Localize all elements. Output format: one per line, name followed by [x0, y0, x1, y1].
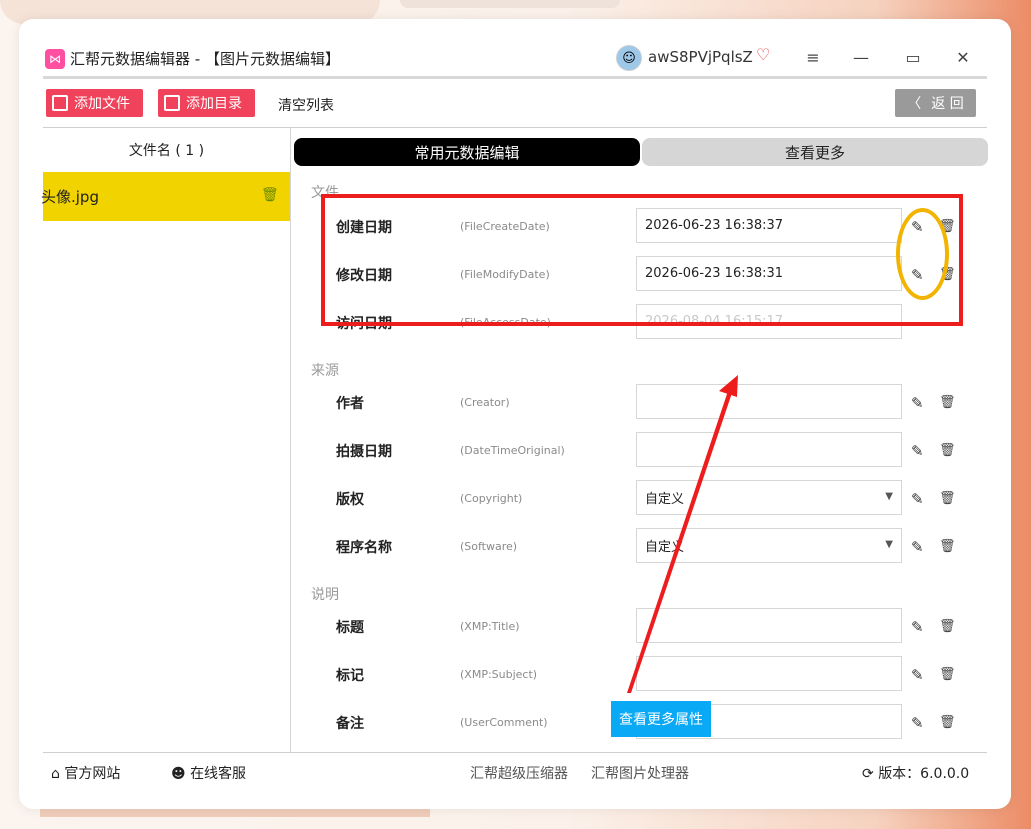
- back-button[interactable]: 〈 返 回: [895, 89, 976, 117]
- copyright-select-value: 自定义: [645, 492, 685, 507]
- tab-view-more[interactable]: 查看更多: [642, 138, 988, 166]
- online-support-label: 在线客服: [190, 766, 247, 782]
- section-title-source: 来源: [311, 363, 339, 379]
- home-icon: ⌂: [51, 766, 60, 782]
- date-original-field[interactable]: [636, 432, 902, 467]
- field-label-subject: 标记: [336, 668, 364, 684]
- add-folder-label: 添加目录: [186, 96, 242, 112]
- chevron-left-icon: 〈: [907, 96, 922, 112]
- field-key-subject: (XMP:Subject): [460, 668, 538, 681]
- avatar[interactable]: ☺: [616, 45, 642, 71]
- field-key-creator: (Creator): [460, 396, 510, 409]
- creator-field[interactable]: [636, 384, 902, 419]
- version-label: 版本：6.0.0.0: [878, 766, 970, 782]
- field-label-comment: 备注: [336, 716, 364, 732]
- folder-add-icon: [164, 95, 180, 111]
- edit-icon[interactable]: ✎: [911, 714, 927, 732]
- compressor-link[interactable]: 汇帮超级压缩器: [470, 763, 568, 783]
- field-label-creator: 作者: [336, 396, 364, 412]
- file-list-panel: 文件名 ( 1 ) 头像.jpg 🗑: [41, 128, 291, 752]
- official-website-link[interactable]: ⌂ 官方网站: [51, 763, 120, 783]
- trash-icon[interactable]: 🗑: [939, 491, 956, 507]
- field-label-title: 标题: [336, 620, 364, 636]
- dropdown-arrow-icon: ▼: [885, 539, 893, 550]
- subject-field[interactable]: [636, 656, 902, 691]
- app-logo-icon: ⋈: [45, 49, 65, 69]
- field-key-title: (XMP:Title): [460, 620, 520, 633]
- image-processor-link[interactable]: 汇帮图片处理器: [591, 763, 689, 783]
- highlight-box: [321, 194, 963, 326]
- add-file-label: 添加文件: [74, 96, 130, 112]
- menu-icon[interactable]: ≡: [801, 45, 825, 69]
- highlight-circle: [896, 208, 949, 300]
- trash-icon[interactable]: 🗑: [939, 395, 956, 411]
- version-info[interactable]: ⟳ 版本：6.0.0.0: [862, 763, 969, 783]
- edit-icon[interactable]: ✎: [911, 442, 927, 460]
- refresh-icon: ⟳: [862, 766, 874, 782]
- app-title: 汇帮元数据编辑器 - 【图片元数据编辑】: [70, 50, 340, 68]
- add-file-button[interactable]: 添加文件: [46, 89, 143, 117]
- add-folder-button[interactable]: 添加目录: [158, 89, 255, 117]
- file-name: 头像.jpg: [41, 188, 99, 206]
- trash-icon[interactable]: 🗑: [261, 187, 279, 203]
- app-window: ⋈ 汇帮元数据编辑器 - 【图片元数据编辑】 ☺ awS8PVjPqlsZ ♡ …: [19, 19, 1011, 809]
- official-website-label: 官方网站: [64, 766, 121, 782]
- online-support-link[interactable]: ☻ 在线客服: [171, 763, 246, 783]
- file-list-header: 文件名 ( 1 ): [128, 142, 205, 159]
- field-key-date-original: (DateTimeOriginal): [460, 444, 565, 457]
- field-key-software: (Software): [460, 540, 518, 553]
- minimize-icon[interactable]: —: [849, 45, 873, 69]
- copyright-select[interactable]: 自定义 ▼: [636, 480, 902, 515]
- edit-icon[interactable]: ✎: [911, 618, 927, 636]
- back-label: 返 回: [931, 96, 964, 112]
- file-list-item[interactable]: 头像.jpg 🗑: [41, 172, 290, 221]
- divider: [43, 752, 987, 753]
- dropdown-arrow-icon: ▼: [885, 491, 893, 502]
- trash-icon[interactable]: 🗑: [939, 443, 956, 459]
- field-label-date-original: 拍摄日期: [336, 444, 392, 460]
- vip-badge-icon[interactable]: ♡: [756, 45, 774, 64]
- software-select[interactable]: 自定义 ▼: [636, 528, 902, 563]
- field-key-copyright: (Copyright): [460, 492, 523, 505]
- trash-icon[interactable]: 🗑: [939, 715, 956, 731]
- section-title-description: 说明: [311, 587, 339, 603]
- title-field[interactable]: [636, 608, 902, 643]
- field-label-copyright: 版权: [336, 492, 364, 508]
- tab-common-metadata[interactable]: 常用元数据编辑: [294, 138, 640, 166]
- trash-icon[interactable]: 🗑: [939, 539, 956, 555]
- file-list-icon: [52, 95, 68, 111]
- username[interactable]: awS8PVjPqlsZ: [648, 48, 753, 66]
- clear-list-button[interactable]: 清空列表: [278, 95, 334, 115]
- edit-icon[interactable]: ✎: [911, 490, 927, 508]
- edit-icon[interactable]: ✎: [911, 666, 927, 684]
- field-key-comment: (UserComment): [460, 716, 548, 729]
- background-shape: [400, 0, 620, 8]
- divider: [43, 76, 987, 79]
- close-icon[interactable]: ✕: [951, 45, 975, 69]
- titlebar: ⋈ 汇帮元数据编辑器 - 【图片元数据编辑】 ☺ awS8PVjPqlsZ ♡ …: [19, 19, 1011, 75]
- edit-icon[interactable]: ✎: [911, 394, 927, 412]
- headset-icon: ☻: [171, 766, 186, 782]
- trash-icon[interactable]: 🗑: [939, 667, 956, 683]
- software-select-value: 自定义: [645, 540, 685, 555]
- view-more-attributes-callout[interactable]: 查看更多属性: [611, 701, 711, 737]
- field-label-software: 程序名称: [336, 540, 392, 556]
- maximize-icon[interactable]: ▭: [901, 45, 925, 69]
- trash-icon[interactable]: 🗑: [939, 619, 956, 635]
- edit-icon[interactable]: ✎: [911, 538, 927, 556]
